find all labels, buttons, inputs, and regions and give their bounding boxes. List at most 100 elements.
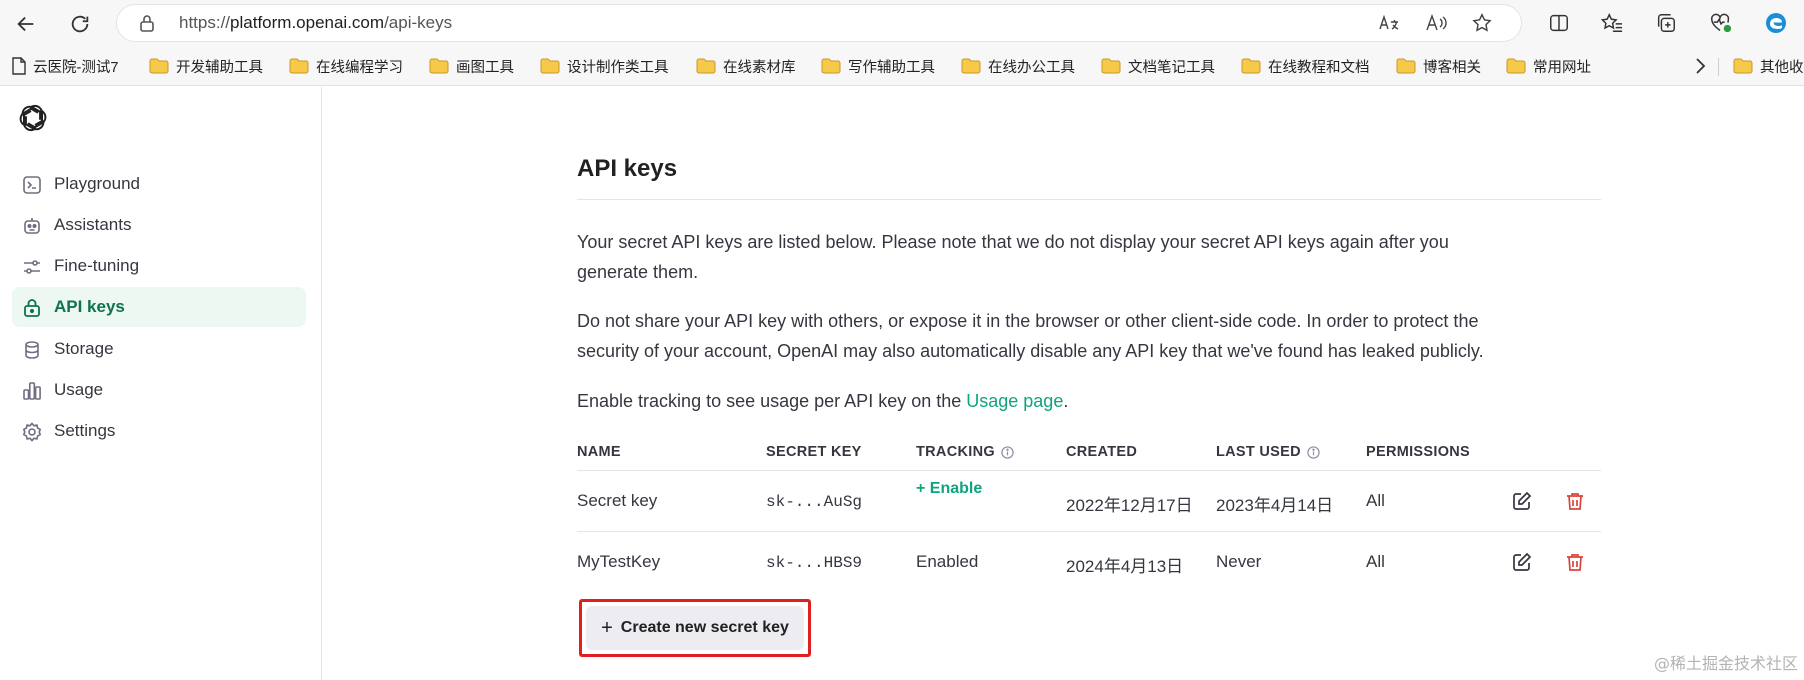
bookmark-item[interactable]: 常用网址 <box>1506 54 1591 78</box>
tracking-paragraph: Enable tracking to see usage per API key… <box>577 391 1069 411</box>
column-header-last-used: LAST USED <box>1216 444 1320 460</box>
table-cell-created: 2022年12月17日 <box>1066 496 1193 515</box>
edit-key-button[interactable] <box>1509 488 1535 514</box>
folder-icon <box>821 58 841 74</box>
table-cell-permissions: All <box>1366 552 1385 571</box>
edge-logo-icon[interactable] <box>1762 9 1790 37</box>
sidebar-item-playground[interactable]: Playground <box>12 164 306 204</box>
chevron-right-icon[interactable] <box>1692 56 1708 76</box>
sidebar-item-label: Settings <box>54 421 116 440</box>
back-button[interactable] <box>10 8 42 40</box>
create-new-secret-key-button[interactable]: + Create new secret key <box>586 606 804 650</box>
sidebar-item-label: API keys <box>54 297 125 316</box>
bookmark-item[interactable]: 在线教程和文档 <box>1241 54 1370 78</box>
folder-icon <box>540 58 560 74</box>
gear-icon <box>21 421 43 443</box>
column-header-permissions: PERMISSIONS <box>1366 444 1471 460</box>
refresh-icon <box>71 15 89 33</box>
edit-icon <box>1513 491 1532 510</box>
column-header-secret-key: SECRET KEY <box>766 444 862 460</box>
folder-icon <box>149 58 169 74</box>
column-header-name: NAME <box>577 444 621 460</box>
folder-icon <box>961 58 981 74</box>
column-header-tracking: TRACKING <box>916 444 1014 460</box>
folder-icon <box>1733 58 1753 74</box>
split-screen-icon[interactable] <box>1545 9 1573 37</box>
bookmark-item[interactable]: 开发辅助工具 <box>149 54 263 78</box>
sidebar-item-label: Playground <box>54 174 141 193</box>
bookmark-item[interactable]: 文档笔记工具 <box>1101 54 1215 78</box>
table-cell-created: 2024年4月13日 <box>1066 557 1184 576</box>
sidebar-item-label: Fine-tuning <box>54 256 140 275</box>
folder-icon <box>1396 58 1416 74</box>
table-cell-name: MyTestKey <box>577 552 661 571</box>
bar-chart-icon <box>21 380 43 402</box>
folder-icon <box>696 58 716 74</box>
bookmark-item[interactable]: 云医院-测试7 <box>12 54 118 78</box>
table-cell-permissions: All <box>1366 491 1385 510</box>
sidebar-item-storage[interactable]: Storage <box>12 329 306 369</box>
bookmark-item[interactable]: 在线编程学习 <box>289 54 403 78</box>
edit-key-button[interactable] <box>1509 549 1535 575</box>
openai-logo-icon[interactable] <box>17 102 49 134</box>
address-bar[interactable]: https://platform.openai.com/api-keys <box>117 5 1521 41</box>
folder-icon <box>289 58 309 74</box>
table-cell-tracking: Enabled <box>916 552 979 571</box>
sidebar-item-assistants[interactable]: Assistants <box>12 205 306 245</box>
terminal-icon <box>21 174 43 196</box>
table-cell-secret-key: sk-...AuSg <box>766 493 863 511</box>
sliders-icon <box>21 256 43 278</box>
folder-icon <box>1101 58 1121 74</box>
delete-key-button[interactable] <box>1562 488 1588 514</box>
url-text: https://platform.openai.com/api-keys <box>179 13 453 32</box>
enable-tracking-link[interactable]: + Enable <box>916 480 982 498</box>
page-title: API keys <box>577 155 678 182</box>
table-divider <box>577 531 1601 532</box>
browser-essentials-icon[interactable] <box>1707 9 1735 37</box>
watermark: @稀土掘金技术社区 <box>1653 654 1798 673</box>
column-header-created: CREATED <box>1066 444 1138 460</box>
info-icon[interactable] <box>1307 445 1320 459</box>
collections-icon[interactable] <box>1652 9 1680 37</box>
bookmark-item[interactable]: 博客相关 <box>1396 54 1481 78</box>
sidebar-item-api-keys[interactable]: API keys <box>12 287 306 327</box>
bookmark-divider <box>1718 58 1719 76</box>
bookmark-item[interactable]: 在线素材库 <box>696 54 796 78</box>
bookmark-item[interactable]: 写作辅助工具 <box>821 54 935 78</box>
lock-icon <box>140 15 154 32</box>
browser-toolbar: https://platform.openai.com/api-keys <box>0 0 1804 46</box>
bookmarks-bar: 云医院-测试7 开发辅助工具 在线编程学习 画图工具 设计制作类工具 在线素材库… <box>0 46 1804 86</box>
edit-icon <box>1513 552 1532 571</box>
bookmark-item[interactable]: 其他收 <box>1733 54 1804 78</box>
sidebar-item-label: Usage <box>54 380 104 399</box>
sidebar-item-fine-tuning[interactable]: Fine-tuning <box>12 246 306 286</box>
info-icon[interactable] <box>1001 445 1014 459</box>
trash-icon <box>1567 554 1583 571</box>
folder-icon <box>1241 58 1261 74</box>
table-cell-name: Secret key <box>577 491 658 510</box>
read-aloud-icon[interactable] <box>1424 12 1448 34</box>
highlight-box: + Create new secret key <box>579 599 811 657</box>
translate-icon[interactable] <box>1377 12 1401 34</box>
usage-page-link[interactable]: Usage page <box>966 391 1063 411</box>
plus-icon: + <box>601 616 613 639</box>
sidebar-item-usage[interactable]: Usage <box>12 370 306 410</box>
delete-key-button[interactable] <box>1562 549 1588 575</box>
arrow-left-icon <box>17 16 34 32</box>
refresh-button[interactable] <box>64 8 96 40</box>
trash-icon <box>1567 493 1583 510</box>
favorites-icon[interactable] <box>1598 9 1626 37</box>
folder-icon <box>1506 58 1526 74</box>
database-icon <box>21 339 43 361</box>
table-cell-secret-key: sk-...HBS9 <box>766 554 863 572</box>
sidebar: Playground Assistants Fine-tuning API ke… <box>0 87 322 680</box>
sidebar-item-label: Storage <box>54 339 114 358</box>
bookmark-item[interactable]: 在线办公工具 <box>961 54 1075 78</box>
bookmark-item[interactable]: 画图工具 <box>429 54 514 78</box>
intro-paragraph: Your secret API keys are listed below. P… <box>577 232 1449 282</box>
sidebar-item-settings[interactable]: Settings <box>12 411 306 451</box>
sidebar-item-label: Assistants <box>54 215 132 234</box>
bookmark-item[interactable]: 设计制作类工具 <box>540 54 669 78</box>
title-divider <box>577 199 1601 200</box>
star-icon[interactable] <box>1470 12 1494 34</box>
